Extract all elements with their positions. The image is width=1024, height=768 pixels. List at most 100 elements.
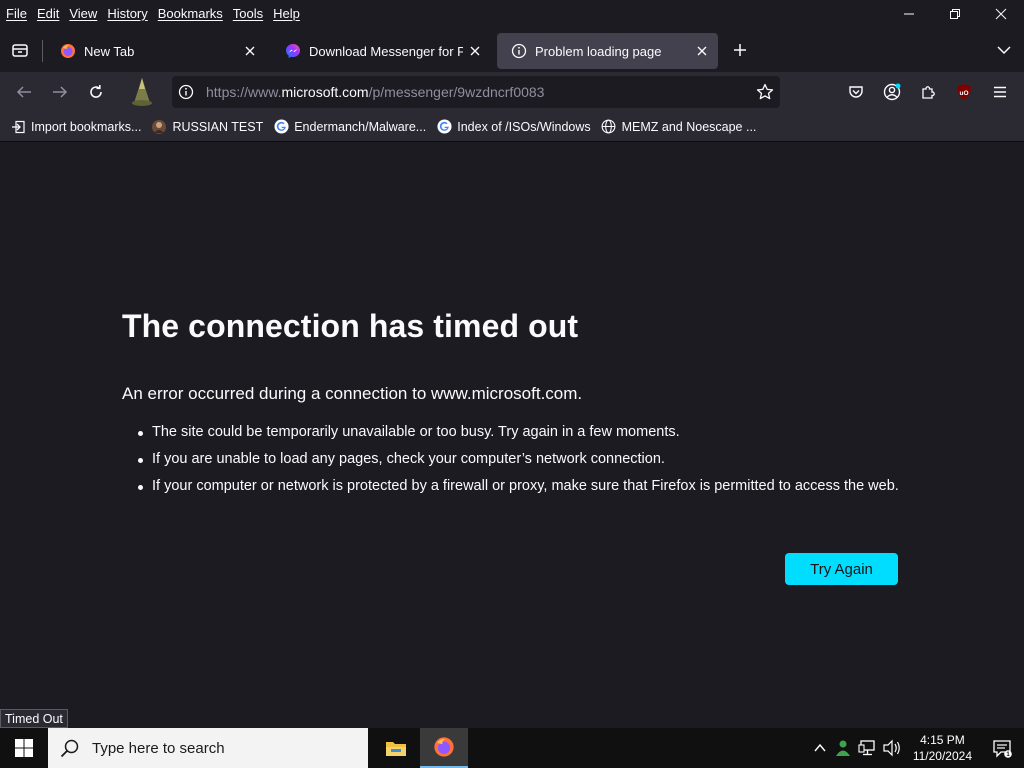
- bookmark-russian-test[interactable]: RUSSIAN TEST: [151, 119, 263, 135]
- tab-new-tab[interactable]: New Tab: [46, 33, 266, 69]
- system-tray: 4:15 PM 11/20/2024 1: [809, 728, 1024, 768]
- firefox-view-icon: [12, 44, 28, 57]
- windows-taskbar: Type here to search 4:15 PM 11/20/2024 1: [0, 728, 1024, 768]
- arrow-left-icon: [16, 86, 31, 98]
- google-icon: [273, 119, 289, 135]
- menu-bar: File Edit View History Bookmarks Tools H…: [0, 0, 1024, 26]
- clock-time: 4:15 PM: [920, 733, 965, 747]
- clock-date: 11/20/2024: [912, 749, 972, 763]
- url-bar[interactable]: https://www.microsoft.com/p/messenger/9w…: [172, 76, 780, 108]
- chevron-up-icon[interactable]: [813, 741, 827, 755]
- tab-close-button[interactable]: [238, 39, 262, 63]
- minimize-button[interactable]: [886, 0, 932, 28]
- tab-download-messenger[interactable]: Download Messenger for PC/Mac: [271, 33, 491, 69]
- wizard-hat-icon: [132, 78, 152, 106]
- ublock-origin-button[interactable]: uO: [948, 76, 980, 108]
- firefox-icon: [434, 737, 454, 757]
- ublock-origin-icon: uO: [957, 84, 971, 100]
- notification-icon: 1: [993, 740, 1012, 758]
- tab-close-button[interactable]: [463, 39, 487, 63]
- list-item: The site could be temporarily unavailabl…: [138, 423, 912, 442]
- menu-history[interactable]: History: [103, 6, 151, 21]
- tab-label: New Tab: [84, 43, 135, 59]
- bookmark-memz-noescape[interactable]: MEMZ and Noescape ...: [601, 119, 756, 135]
- list-item: If your computer or network is protected…: [138, 477, 912, 496]
- google-icon: [436, 119, 452, 135]
- search-placeholder: Type here to search: [92, 739, 225, 757]
- account-icon: [883, 83, 901, 101]
- bookmark-index-of-isos[interactable]: Index of /ISOs/Windows: [436, 119, 591, 135]
- plus-icon: [734, 44, 746, 56]
- bookmark-label: Endermanch/Malware...: [294, 119, 427, 134]
- url-domain: microsoft.com: [281, 84, 369, 100]
- pocket-button[interactable]: [840, 76, 872, 108]
- taskbar-clock[interactable]: 4:15 PM 11/20/2024: [913, 732, 972, 764]
- firefox-taskbar-button[interactable]: [420, 728, 468, 768]
- bookmark-import[interactable]: Import bookmarks...: [10, 119, 141, 135]
- close-icon: [470, 46, 480, 56]
- account-button[interactable]: [876, 76, 908, 108]
- error-suggestions-list: The site could be temporarily unavailabl…: [138, 423, 912, 504]
- messenger-icon: [286, 44, 300, 58]
- url-prefix: https://www.: [206, 84, 282, 100]
- bookmark-label: RUSSIAN TEST: [172, 119, 264, 134]
- restore-button[interactable]: [932, 0, 978, 28]
- reload-button[interactable]: [80, 76, 112, 108]
- menu-file[interactable]: File: [2, 6, 31, 21]
- list-item: If you are unable to load any pages, che…: [138, 450, 912, 469]
- reload-icon: [90, 85, 102, 98]
- menu-view[interactable]: View: [65, 6, 101, 21]
- file-explorer-taskbar-button[interactable]: [372, 728, 420, 768]
- list-all-tabs-button[interactable]: [988, 34, 1020, 66]
- status-tooltip: Timed Out: [0, 709, 68, 728]
- volume-icon[interactable]: [882, 739, 902, 757]
- tab-strip: New Tab Download Messenger for PC/Mac Pr…: [0, 28, 1024, 72]
- try-again-button[interactable]: Try Again: [785, 553, 898, 585]
- info-icon: [511, 43, 527, 59]
- puzzle-icon: [922, 86, 935, 99]
- new-tab-button[interactable]: [724, 34, 756, 66]
- info-icon[interactable]: [178, 84, 194, 100]
- taskbar-search-box[interactable]: Type here to search: [48, 728, 368, 768]
- close-window-button[interactable]: [978, 0, 1024, 28]
- tab-problem-loading-page[interactable]: Problem loading page: [497, 33, 718, 69]
- firefox-view-button[interactable]: [4, 34, 36, 66]
- extensions-button[interactable]: [912, 76, 944, 108]
- bookmark-label: Index of /ISOs/Windows: [457, 119, 591, 134]
- tab-close-button[interactable]: [690, 39, 714, 63]
- error-title: The connection has timed out: [122, 308, 579, 344]
- bookmark-label: Import bookmarks...: [31, 119, 142, 134]
- forward-button[interactable]: [44, 76, 76, 108]
- menu-help[interactable]: Help: [269, 6, 304, 21]
- avatar-icon: [151, 119, 167, 135]
- windows-logo-icon: [15, 739, 33, 757]
- app-menu-button[interactable]: [984, 76, 1016, 108]
- menu-tools[interactable]: Tools: [229, 6, 267, 21]
- network-icon[interactable]: [858, 739, 876, 757]
- tab-label: Download Messenger for PC/Mac: [309, 43, 463, 59]
- svg-text:uO: uO: [959, 90, 968, 97]
- bookmarks-toolbar: Import bookmarks... RUSSIAN TEST Enderma…: [0, 112, 1024, 142]
- hamburger-menu-icon: [994, 86, 1006, 98]
- action-center-button[interactable]: 1: [980, 728, 1024, 768]
- search-icon: [60, 739, 79, 758]
- bookmark-endermanch-malware[interactable]: Endermanch/Malware...: [273, 119, 426, 135]
- star-icon[interactable]: [756, 83, 774, 101]
- close-icon: [995, 8, 1007, 20]
- chevron-down-icon: [997, 46, 1011, 55]
- user-green-icon[interactable]: [834, 739, 852, 757]
- error-description: An error occurred during a connection to…: [122, 384, 583, 403]
- menu-bookmarks[interactable]: Bookmarks: [154, 6, 227, 21]
- folder-icon: [386, 742, 406, 756]
- close-icon: [697, 46, 707, 56]
- url-text[interactable]: https://www.microsoft.com/p/messenger/9w…: [206, 84, 544, 100]
- menu-edit[interactable]: Edit: [33, 6, 63, 21]
- back-button[interactable]: [8, 76, 40, 108]
- tab-label: Problem loading page: [535, 43, 662, 59]
- arrow-right-icon: [53, 86, 68, 98]
- start-button[interactable]: [0, 728, 48, 768]
- import-icon: [10, 119, 26, 135]
- firefox-icon: [61, 44, 75, 58]
- navigation-toolbar: https://www.microsoft.com/p/messenger/9w…: [0, 72, 1024, 112]
- url-path: /p/messenger/9wzdncrf0083: [368, 84, 545, 100]
